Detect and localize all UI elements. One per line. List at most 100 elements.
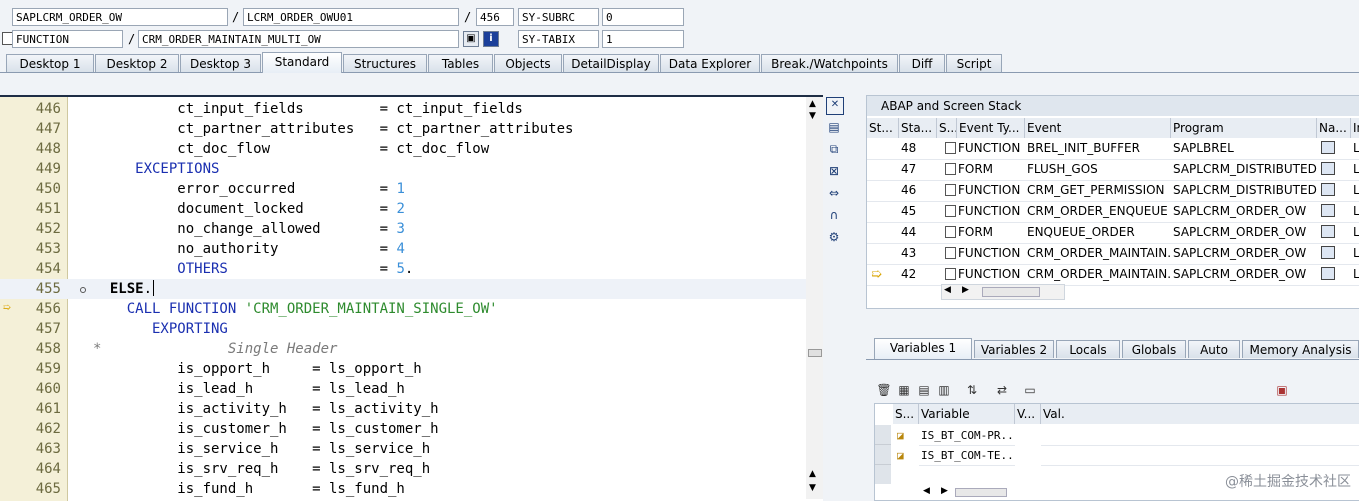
row-selector[interactable] [875, 425, 891, 445]
tab-desktop-1[interactable]: Desktop 1 [6, 54, 94, 72]
code-line[interactable]: 446 ct_input_fields = ct_input_fields [0, 99, 823, 119]
navigate-icon[interactable] [1321, 141, 1335, 154]
variable-name-cell[interactable]: IS_BT_COM-TE... [919, 445, 1015, 466]
navigate-icon[interactable] [1319, 243, 1349, 264]
tab-desktop-2[interactable]: Desktop 2 [95, 54, 179, 72]
vars-hscroll[interactable]: ◀ ▶ [921, 486, 1011, 498]
scroll-thumb[interactable] [955, 488, 1007, 497]
scroll-thumb[interactable] [808, 349, 822, 357]
tab-break-watchpoints[interactable]: Break./Watchpoints [761, 54, 898, 72]
stack-hscroll[interactable]: ◀ ▶ [941, 284, 1065, 300]
navigate-icon[interactable] [1319, 264, 1349, 285]
var-col-header[interactable]: V... [1015, 404, 1041, 424]
sort-icon[interactable]: ⇅ [964, 382, 980, 398]
navigate-icon[interactable] [1319, 180, 1349, 201]
table-icon[interactable]: ▥ [936, 382, 952, 398]
code-line[interactable]: 463 is_service_h = ls_service_h [0, 439, 823, 459]
scroll-right-icon[interactable]: ▶ [962, 285, 969, 295]
navigate-icon[interactable] [1319, 201, 1349, 222]
variable-name-cell[interactable]: IS_BT_COM-PR... [919, 425, 1015, 446]
stack-col-header[interactable]: Event [1025, 118, 1171, 138]
stack-row[interactable]: 45 FUNCTION CRM_ORDER_ENQUEUE SAPLCRM_ORDER… [867, 201, 1359, 223]
code-line[interactable]: 457 EXPORTING [0, 319, 823, 339]
tab-diff[interactable]: Diff [899, 54, 945, 72]
save-icon[interactable]: ▣ [1274, 382, 1290, 398]
code-line[interactable]: 464 is_srv_req_h = ls_srv_req_h [0, 459, 823, 479]
code-line[interactable]: 456 ➯ CALL FUNCTION 'CRM_ORDER_MAINTAIN_S… [0, 299, 823, 319]
navigate-icon[interactable] [1321, 183, 1335, 196]
tab-structures[interactable]: Structures [343, 54, 427, 72]
stack-col-header[interactable]: St... [867, 118, 899, 138]
settings-tool-icon[interactable]: ⚙ [826, 229, 842, 245]
code-vertical-scrollbar[interactable]: ▲ ▼ ▲ ▼ [806, 97, 823, 499]
code-line[interactable]: 459 is_opport_h = ls_opport_h [0, 359, 823, 379]
code-line[interactable]: 447 ct_partner_attributes = ct_partner_a… [0, 119, 823, 139]
stack-row[interactable]: ➯ 42 FUNCTION CRM_ORDER_MAINTAIN... SAPLCRM_… [867, 264, 1359, 286]
var-tab-memory-analysis[interactable]: Memory Analysis [1242, 340, 1359, 358]
code-line[interactable]: 458 * Single Header [0, 339, 823, 359]
detail-icon[interactable]: ▦ [896, 382, 912, 398]
tab-desktop-3[interactable]: Desktop 3 [180, 54, 261, 72]
stack-row[interactable]: 48 FUNCTION BREL_INIT_BUFFER SAPLBREL LB [867, 138, 1359, 160]
var-tab-globals[interactable]: Globals [1122, 340, 1186, 358]
scroll-up-icon[interactable]: ▲ [809, 99, 816, 109]
code-line[interactable]: 452 no_change_allowed = 3 [0, 219, 823, 239]
block-name-field[interactable]: CRM_ORDER_MAINTAIN_MULTI_OW [138, 30, 459, 48]
tab-data-explorer[interactable]: Data Explorer [660, 54, 760, 72]
stack-row[interactable]: 44 FORM ENQUEUE_ORDER SAPLCRM_ORDER_OW LC [867, 222, 1359, 244]
code-line[interactable]: 454 OTHERS = 5. [0, 259, 823, 279]
info-icon[interactable]: i [483, 31, 499, 47]
row-selector[interactable] [875, 465, 891, 484]
stack-row[interactable]: 43 FUNCTION CRM_ORDER_MAINTAIN... SAPLCRM_O… [867, 243, 1359, 265]
code-line[interactable]: 453 no_authority = 4 [0, 239, 823, 259]
tab-detaildisplay[interactable]: DetailDisplay [563, 54, 659, 72]
code-line[interactable]: 448 ct_doc_flow = ct_doc_flow [0, 139, 823, 159]
stack-row[interactable]: 46 FUNCTION CRM_GET_PERMISSION SAPLCRM_DIST… [867, 180, 1359, 202]
source-code-editor[interactable]: 446 ct_input_fields = ct_input_fields 447… [0, 95, 823, 501]
var-col-header[interactable]: S... [893, 404, 919, 424]
tab-objects[interactable]: Objects [494, 54, 562, 72]
stack-col-header[interactable]: Na... [1317, 118, 1351, 138]
var-tab-variables-2[interactable]: Variables 2 [974, 340, 1054, 358]
variable-value-cell[interactable] [1041, 425, 1359, 446]
navigate-icon[interactable] [1319, 159, 1349, 180]
sy-tabix-value[interactable]: 1 [602, 30, 684, 48]
var-tab-auto[interactable]: Auto [1188, 340, 1240, 358]
stack-col-header[interactable]: Program [1171, 118, 1317, 138]
navigate-icon[interactable] [1319, 138, 1349, 159]
list-icon[interactable]: ▤ [916, 382, 932, 398]
tab-standard[interactable]: Standard [262, 52, 342, 73]
var-tab-variables-1[interactable]: Variables 1 [874, 338, 972, 359]
maximize-tool-icon[interactable]: ⊠ [826, 163, 842, 179]
stack-col-header[interactable]: Sta... [899, 118, 937, 138]
scroll-up-icon[interactable]: ▲ [809, 469, 816, 479]
navigate-icon[interactable] [1321, 162, 1335, 175]
navigate-icon[interactable] [1321, 246, 1335, 259]
var-col-header[interactable]: Val. [1041, 404, 1359, 424]
code-line[interactable]: 450 error_occurred = 1 [0, 179, 823, 199]
navigate-icon[interactable] [1319, 222, 1349, 243]
stack-col-header[interactable]: Event Ty... [957, 118, 1025, 138]
row-selector[interactable] [875, 445, 891, 465]
scroll-left-icon[interactable]: ◀ [923, 486, 930, 496]
var-tab-locals[interactable]: Locals [1056, 340, 1120, 358]
close-tool-icon[interactable]: ✕ [826, 97, 844, 115]
services-tool-icon[interactable]: ∩ [826, 207, 842, 223]
stack-row[interactable]: 47 FORM FLUSH_GOS SAPLCRM_DISTRIBUTED... LC [867, 159, 1359, 181]
scroll-thumb[interactable] [982, 287, 1040, 297]
var-col-header[interactable]: Variable [919, 404, 1015, 424]
stack-col-header[interactable]: S... [937, 118, 957, 138]
code-line[interactable]: 461 is_activity_h = ls_activity_h [0, 399, 823, 419]
tab-tables[interactable]: Tables [428, 54, 493, 72]
sy-subrc-value[interactable]: 0 [602, 8, 684, 26]
program-field[interactable]: SAPLCRM_ORDER_OW [12, 8, 228, 26]
code-line[interactable]: 462 is_customer_h = ls_customer_h [0, 419, 823, 439]
code-line[interactable]: 460 is_lead_h = ls_lead_h [0, 379, 823, 399]
code-line[interactable]: 449 EXCEPTIONS [0, 159, 823, 179]
replace-tool-icon[interactable]: ⧉ [826, 141, 842, 157]
swap-tool-icon[interactable]: ⇔ [826, 185, 842, 201]
scroll-right-icon[interactable]: ▶ [941, 486, 948, 496]
delete-icon[interactable]: 🗑 [876, 382, 892, 398]
navigate-icon[interactable] [1321, 204, 1335, 217]
new-tool-icon[interactable]: ▤ [826, 119, 842, 135]
